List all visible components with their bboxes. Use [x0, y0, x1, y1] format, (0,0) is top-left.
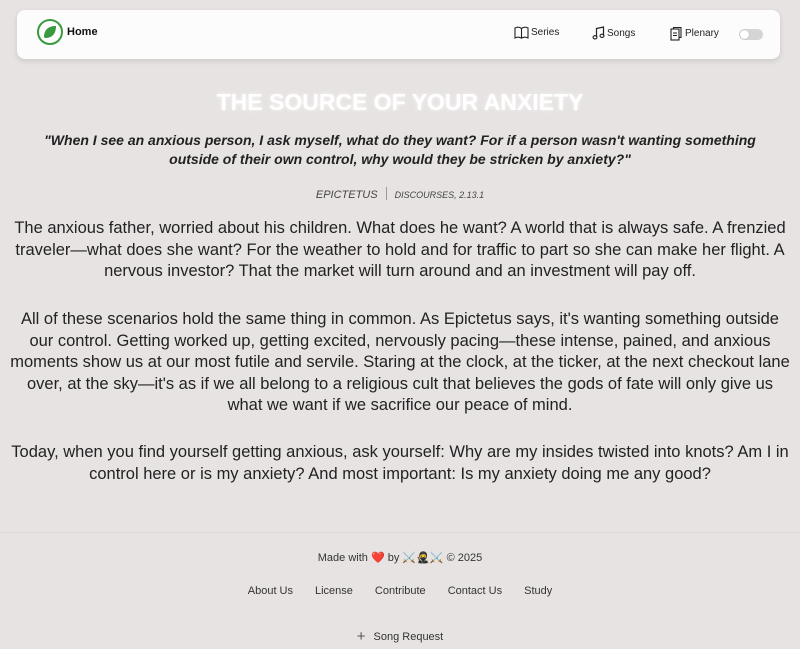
article-paragraph: Today, when you find yourself getting an… [11, 443, 789, 483]
article-title: THE SOURCE OF YOUR ANXIETY [216, 89, 584, 115]
footer-link-about-us[interactable]: About Us [248, 585, 293, 597]
footer-link-contribute[interactable]: Contribute [375, 585, 426, 597]
copyright-text: © 2025 [446, 552, 483, 564]
song-request-row: + Song Request [0, 628, 800, 645]
nav-plenary[interactable]: Plenary [669, 26, 719, 41]
made-with-credit: Made with ❤️ by ⚔️🥷⚔️ © 2025 [0, 551, 800, 564]
music-note-icon [592, 26, 605, 40]
plus-icon: + [356, 628, 366, 645]
epictetus-quote: "When I see an anxious person, I ask mys… [44, 132, 756, 167]
nav-plenary-label: Plenary [685, 28, 719, 39]
footer-link-study[interactable]: Study [524, 585, 552, 597]
home-link[interactable]: Home [37, 19, 98, 45]
nav-series[interactable]: Series [514, 26, 559, 39]
made-with-text: Made with [317, 552, 368, 564]
song-request-label: Song Request [373, 631, 444, 643]
heart-icon: ❤️ [370, 552, 385, 564]
footer-link-contact-us[interactable]: Contact Us [448, 585, 502, 597]
nav-series-label: Series [531, 27, 560, 38]
quote-author: EPICTETUS [315, 189, 378, 201]
nav-songs[interactable]: Songs [592, 26, 635, 40]
by-text: by [387, 552, 400, 564]
quote-source: DISCOURSES, 2.13.1 [394, 190, 485, 200]
theme-toggle[interactable] [739, 29, 763, 40]
article-paragraph: The anxious father, worried about his ch… [14, 219, 786, 280]
ninja-swords-emblem-icon: ⚔️🥷⚔️ [402, 552, 444, 564]
nav-songs-label: Songs [607, 27, 636, 39]
book-icon [514, 26, 529, 39]
toggle-knob [740, 30, 749, 39]
clipboard-icon [670, 26, 682, 41]
leaf-logo-icon [37, 19, 63, 45]
footer-divider [0, 532, 800, 533]
attribution-divider [385, 187, 387, 200]
top-navbar: Home Series Songs Plenary [17, 10, 780, 59]
footer-link-license[interactable]: License [315, 585, 353, 597]
home-label: Home [67, 26, 98, 38]
quote-attribution: EPICTETUS DISCOURSES, 2.13.1 [0, 185, 800, 203]
article-paragraph: All of these scenarios hold the same thi… [10, 310, 790, 414]
footer-links: About Us License Contribute Contact Us S… [0, 585, 800, 597]
song-request-button[interactable]: + Song Request [356, 628, 444, 645]
